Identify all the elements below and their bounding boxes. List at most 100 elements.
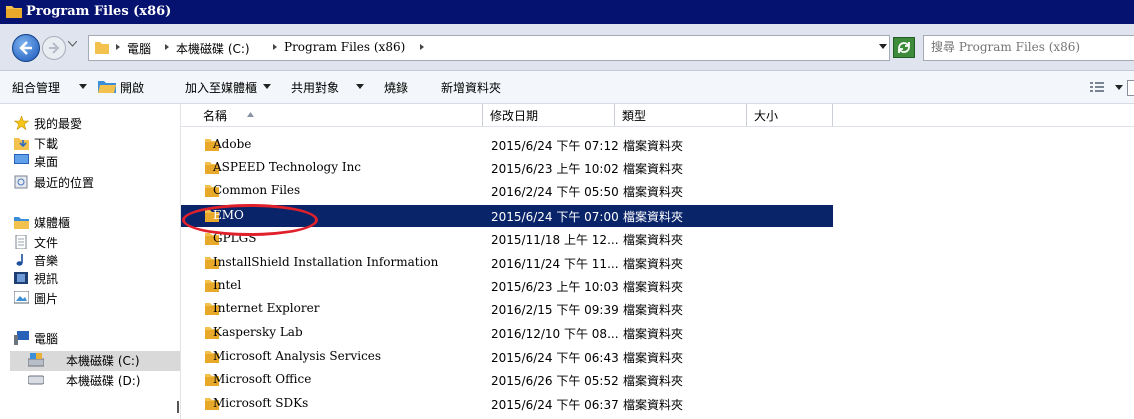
breadcrumb-computer[interactable]: 電腦 (127, 40, 151, 57)
share-with-dropdown-icon[interactable] (356, 84, 364, 89)
add-to-library-button[interactable]: 加入至媒體櫃 (185, 79, 257, 96)
file-name: Common Files (213, 183, 301, 197)
sort-ascending-icon (247, 112, 254, 117)
file-type: 檔案資料夾 (623, 280, 684, 294)
file-name: ASPEED Technology Inc (213, 160, 362, 174)
forward-button[interactable] (42, 36, 66, 60)
nav-label: 最近的位置 (34, 176, 95, 190)
new-folder-button[interactable]: 新增資料夾 (441, 79, 501, 96)
add-to-library-dropdown-icon[interactable] (263, 84, 271, 89)
file-date: 2016/2/24 下午 05:50 (491, 185, 619, 199)
file-date: 2016/12/10 下午 08... (491, 327, 619, 341)
file-name: Internet Explorer (213, 301, 320, 315)
breadcrumb-program-files-x86[interactable]: Program Files (x86) (284, 40, 405, 54)
file-name: Adobe (213, 137, 252, 151)
file-name: Microsoft Office (213, 372, 312, 386)
column-header-date[interactable]: 修改日期 (484, 104, 615, 126)
command-bar: 組合管理 開啟 加入至媒體櫃 共用對象 燒錄 新增資料夾 (0, 71, 1134, 104)
table-row[interactable]: Microsoft Office 2015/6/26 下午 05:52 檔案資料夾 (181, 369, 833, 391)
file-date: 2015/6/23 上午 10:02 (491, 162, 619, 176)
file-type: 檔案資料夾 (623, 374, 684, 388)
libraries-icon (14, 217, 29, 229)
file-type: 檔案資料夾 (623, 398, 684, 412)
nav-label: 文件 (34, 236, 59, 250)
picture-icon (14, 291, 29, 304)
table-row[interactable]: Internet Explorer 2016/2/15 下午 09:39 檔案資料夾 (181, 298, 833, 320)
burn-button[interactable]: 燒錄 (384, 79, 408, 96)
table-row[interactable]: Microsoft Analysis Services 2015/6/24 下午 … (181, 346, 833, 368)
refresh-icon (898, 42, 910, 53)
search-input[interactable] (924, 36, 1134, 58)
nav-label: 本機磁碟 (D:) (66, 374, 141, 388)
search-box[interactable] (923, 35, 1134, 61)
file-date: 2015/6/23 上午 10:03 (491, 280, 619, 294)
table-row[interactable]: Kaspersky Lab 2016/12/10 下午 08... 檔案資料夾 (181, 322, 833, 344)
back-arrow-icon (19, 41, 32, 55)
back-button[interactable] (12, 34, 40, 62)
address-bar[interactable]: 電腦 本機磁碟 (C:) Program Files (x86) (88, 35, 890, 61)
file-type: 檔案資料夾 (623, 162, 684, 176)
file-type: 檔案資料夾 (623, 303, 684, 317)
view-dropdown-icon[interactable] (1115, 85, 1123, 90)
column-header-name[interactable]: 名稱 (197, 104, 483, 126)
address-row: 電腦 本機磁碟 (C:) Program Files (x86) (0, 24, 1134, 71)
table-row[interactable]: InstallShield Installation Information 20… (181, 252, 833, 274)
star-icon (14, 116, 29, 130)
organize-dropdown-icon[interactable] (79, 84, 87, 89)
table-row[interactable]: Microsoft SDKs 2015/6/24 下午 06:37 檔案資料夾 (181, 393, 833, 415)
nav-label: 電腦 (34, 332, 59, 346)
column-header-size[interactable]: 大小 (748, 104, 833, 126)
table-row[interactable]: ASPEED Technology Inc 2015/6/23 上午 10:02 檔… (181, 157, 833, 179)
file-type: 檔案資料夾 (623, 233, 684, 247)
file-date: 2015/6/24 下午 06:37 (491, 398, 619, 412)
breadcrumb-separator-icon[interactable] (419, 44, 425, 50)
address-dropdown-icon[interactable] (879, 44, 887, 50)
downloads-folder-icon (14, 138, 29, 150)
breadcrumb-separator-icon[interactable] (164, 44, 170, 50)
nav-label: 我的最愛 (34, 117, 83, 131)
column-header-type[interactable]: 類型 (616, 104, 747, 126)
file-name: Intel (213, 278, 242, 292)
file-type: 檔案資料夾 (623, 257, 684, 271)
table-row[interactable]: Adobe 2015/6/24 下午 07:12 檔案資料夾 (181, 134, 833, 156)
file-name: InstallShield Installation Information (213, 255, 439, 269)
refresh-button[interactable] (893, 37, 915, 58)
open-folder-icon (98, 81, 116, 93)
file-date: 2015/6/24 下午 06:43 (491, 351, 619, 365)
desktop-icon (14, 154, 29, 164)
file-date: 2016/2/15 下午 09:39 (491, 303, 619, 317)
nav-label: 本機磁碟 (C:) (66, 354, 140, 368)
nav-label: 圖片 (34, 292, 59, 306)
music-note-icon (16, 254, 23, 266)
folder-icon (95, 42, 109, 54)
column-header-label: 修改日期 (490, 109, 539, 123)
nav-label: 桌面 (34, 155, 59, 169)
column-header-label: 名稱 (203, 109, 228, 123)
nav-label: 音樂 (34, 254, 59, 268)
preview-pane-button[interactable] (1127, 80, 1134, 96)
breadcrumb-separator-icon[interactable] (115, 44, 121, 50)
recent-pages-dropdown-icon[interactable] (68, 41, 77, 47)
drive-icon (28, 375, 44, 385)
table-row[interactable]: Common Files 2016/2/24 下午 05:50 檔案資料夾 (181, 180, 833, 202)
file-date: 2015/11/18 上午 12... (491, 233, 619, 247)
file-name: Microsoft SDKs (213, 396, 309, 410)
organize-button[interactable]: 組合管理 (12, 79, 60, 96)
highlight-annotation (182, 204, 318, 236)
title-bar: Program Files (x86) (0, 0, 1134, 24)
breadcrumb-separator-icon[interactable] (272, 44, 278, 50)
system-drive-icon (28, 353, 44, 367)
open-button[interactable]: 開啟 (120, 79, 144, 96)
navigation-pane: 我的最愛 下載 桌面 最近的位置 媒體櫃 文件 音樂 視訊 圖片 電腦 本機磁碟… (0, 104, 181, 419)
change-view-icon[interactable] (1090, 82, 1104, 92)
splitter-handle[interactable] (177, 401, 179, 413)
recent-places-icon (14, 175, 28, 189)
breadcrumb-drive-c[interactable]: 本機磁碟 (C:) (176, 40, 250, 57)
table-row[interactable]: Intel 2015/6/23 上午 10:03 檔案資料夾 (181, 275, 833, 297)
column-header-label: 類型 (622, 109, 647, 123)
file-name: Microsoft Analysis Services (213, 349, 382, 363)
document-icon (15, 235, 27, 249)
computer-icon (14, 331, 29, 345)
nav-label: 下載 (34, 137, 59, 151)
share-with-button[interactable]: 共用對象 (291, 79, 339, 96)
